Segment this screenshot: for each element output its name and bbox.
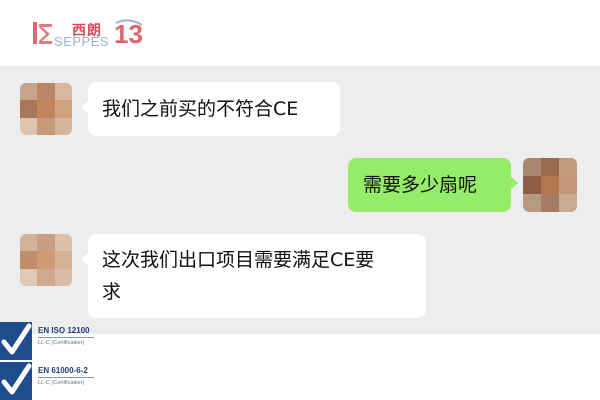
avatar-pixel xyxy=(541,176,559,194)
contact-avatar[interactable] xyxy=(20,83,72,135)
certification-badges: EN ISO 12100 LL-C (Certification) EN 610… xyxy=(0,320,120,400)
avatar-pixel xyxy=(37,100,55,118)
message-text: 需要多少扇呢 xyxy=(363,174,478,196)
avatar-pixel xyxy=(20,268,38,286)
avatar-pixel xyxy=(37,251,55,269)
avatar-pixel xyxy=(54,234,72,252)
avatar-pixel xyxy=(37,83,55,101)
contact-avatar[interactable] xyxy=(20,234,72,286)
anniversary-13-icon: 13 xyxy=(114,19,143,49)
avatar-pixel xyxy=(523,158,541,176)
avatar-pixel xyxy=(54,100,72,118)
message-text-line: 这次我们出口项目需要满足CE要 xyxy=(102,249,375,271)
certification-item: EN ISO 12100 LL-C (Certification) xyxy=(0,322,120,362)
avatar-pixel xyxy=(541,194,559,212)
logo-mark-icon xyxy=(33,22,52,44)
checkmark-icon xyxy=(0,322,32,360)
avatar-pixel xyxy=(559,176,577,194)
certification-subtitle: LL-C (Certification) xyxy=(38,340,85,346)
checkmark-icon xyxy=(0,362,32,400)
avatar-pixel xyxy=(20,234,38,252)
avatar-pixel xyxy=(54,251,72,269)
avatar-pixel xyxy=(20,251,38,269)
certification-subtitle: LL-C (Certification) xyxy=(38,380,85,386)
incoming-message-bubble: 这次我们出口项目需要满足CE要 求 xyxy=(81,234,426,318)
message-text: 我们之前买的不符合CE xyxy=(102,98,299,120)
avatar-pixel xyxy=(20,100,38,118)
user-avatar[interactable] xyxy=(523,158,577,212)
company-logo: 西朗 SEPPES 13 xyxy=(14,8,143,49)
avatar-pixel xyxy=(54,268,72,286)
divider xyxy=(38,337,94,338)
outgoing-message-bubble: 需要多少扇呢 xyxy=(348,158,518,212)
incoming-message-bubble: 我们之前买的不符合CE xyxy=(81,82,340,136)
header: 西朗 SEPPES 13 xyxy=(0,0,600,64)
avatar-pixel xyxy=(559,158,577,176)
divider xyxy=(38,377,94,378)
avatar-pixel xyxy=(54,117,72,135)
certification-title: EN ISO 12100 xyxy=(38,326,90,335)
chat-area: 我们之前买的不符合CE 需要多少扇呢 这次我们出口项目需要满足CE要 求 xyxy=(0,66,600,334)
message-text-line: 求 xyxy=(102,281,122,303)
certification-item: EN 61000-6-2 LL-C (Certification) xyxy=(0,362,120,400)
avatar-pixel xyxy=(523,194,541,212)
certification-title: EN 61000-6-2 xyxy=(38,366,88,375)
avatar-pixel xyxy=(37,117,55,135)
avatar-pixel xyxy=(523,176,541,194)
avatar-pixel xyxy=(559,194,577,212)
logo-english-text: SEPPES xyxy=(54,34,110,49)
avatar-pixel xyxy=(20,83,38,101)
avatar-pixel xyxy=(54,83,72,101)
avatar-pixel xyxy=(20,117,38,135)
avatar-pixel xyxy=(37,234,55,252)
avatar-pixel xyxy=(541,158,559,176)
avatar-pixel xyxy=(37,268,55,286)
